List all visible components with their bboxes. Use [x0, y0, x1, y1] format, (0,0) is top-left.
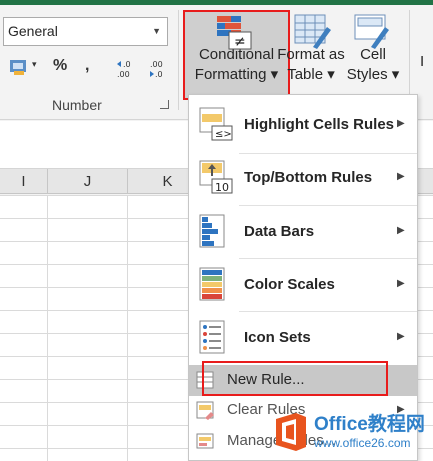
- watermark-title: Office教程网: [314, 414, 425, 435]
- color-scales-icon: [199, 267, 225, 301]
- svg-text:.0: .0: [155, 70, 163, 79]
- menu-item-highlight-cells-rules[interactable]: ≤> Highlight Cells Rules ▶: [189, 100, 417, 152]
- watermark: Office教程网 www.office26.com: [268, 405, 433, 461]
- watermark-url: www.office26.com: [314, 436, 411, 450]
- column-header[interactable]: I: [0, 169, 48, 194]
- cell-styles-icon: [354, 14, 389, 49]
- svg-text:.00: .00: [117, 70, 130, 79]
- svg-text:10: 10: [215, 181, 229, 194]
- grid-line: [127, 195, 128, 461]
- number-format-dropdown[interactable]: General ▼: [3, 17, 168, 46]
- highlight-cells-icon: ≤>: [199, 107, 233, 141]
- manage-rules-icon: [196, 433, 214, 449]
- cell-styles-label-2: Styles ▾: [346, 66, 400, 83]
- office-logo-icon: [276, 413, 306, 451]
- decrease-decimal-button[interactable]: .00 .0: [144, 58, 168, 85]
- new-rule-highlight-box: [202, 361, 388, 396]
- menu-item-color-scales[interactable]: Color Scales ▶: [189, 260, 417, 312]
- format-as-table-label-2: Table ▾: [287, 66, 335, 83]
- chevron-right-icon: ▶: [397, 171, 405, 182]
- menu-item-top-bottom-rules[interactable]: 10 Top/Bottom Rules ▶: [189, 153, 417, 205]
- svg-text:.0: .0: [123, 60, 131, 69]
- percent-icon: %: [53, 57, 68, 74]
- chevron-down-icon: ▾: [32, 59, 37, 69]
- menu-item-icon-sets[interactable]: Icon Sets ▶: [189, 313, 417, 365]
- dialog-launcher-icon[interactable]: [160, 100, 169, 109]
- cell-styles-button[interactable]: Cell Styles ▾: [346, 10, 400, 100]
- decrease-decimal-icon: .00 .0: [150, 60, 163, 79]
- chevron-right-icon: ▶: [397, 225, 405, 236]
- menu-item-data-bars[interactable]: Data Bars ▶: [189, 207, 417, 259]
- currency-format-button[interactable]: ▾: [8, 57, 37, 79]
- menu-item-label: Data Bars: [244, 223, 315, 240]
- group-separator: [178, 10, 179, 110]
- column-header[interactable]: J: [48, 169, 128, 194]
- svg-text:≠: ≠: [234, 34, 246, 50]
- svg-text:≤>: ≤>: [215, 129, 232, 140]
- format-as-table-button[interactable]: Format as Table ▾: [276, 10, 346, 100]
- grid-line: [47, 195, 48, 461]
- menu-separator: [239, 205, 417, 206]
- top-bottom-icon: 10: [199, 160, 233, 194]
- menu-item-label: Color Scales: [244, 276, 335, 293]
- menu-item-label: Icon Sets: [244, 329, 311, 346]
- svg-text:.00: .00: [150, 60, 163, 69]
- comma-icon: ,: [85, 57, 90, 74]
- conditional-formatting-button[interactable]: ≠ Conditional Formatting ▾: [183, 10, 290, 100]
- chevron-right-icon: ▶: [397, 118, 405, 129]
- conditional-formatting-label-2: Formatting ▾: [194, 66, 279, 83]
- number-format-value: General: [8, 23, 58, 39]
- currency-icon: [10, 60, 26, 75]
- chevron-down-icon: ▼: [152, 26, 161, 36]
- increase-decimal-icon: .0 .00: [117, 60, 131, 79]
- icon-sets-icon: [199, 320, 225, 354]
- conditional-formatting-icon: ≠: [217, 16, 252, 50]
- menu-item-label: Highlight Cells Rules: [244, 116, 395, 133]
- menu-item-label: Top/Bottom Rules: [244, 169, 373, 186]
- data-bars-icon: [199, 214, 225, 248]
- increase-decimal-button[interactable]: .0 .00: [115, 58, 139, 82]
- comma-style-button[interactable]: ,: [85, 57, 89, 79]
- chevron-right-icon: ▶: [397, 331, 405, 342]
- clear-rules-icon: [196, 401, 214, 420]
- menu-separator: [239, 258, 417, 259]
- chevron-right-icon: ▶: [397, 278, 405, 289]
- percent-style-button[interactable]: %: [53, 57, 67, 79]
- insert-button-partial[interactable]: I: [420, 53, 424, 70]
- menu-separator: [239, 311, 417, 312]
- format-as-table-icon: [294, 14, 331, 49]
- number-group-label: Number: [52, 97, 102, 113]
